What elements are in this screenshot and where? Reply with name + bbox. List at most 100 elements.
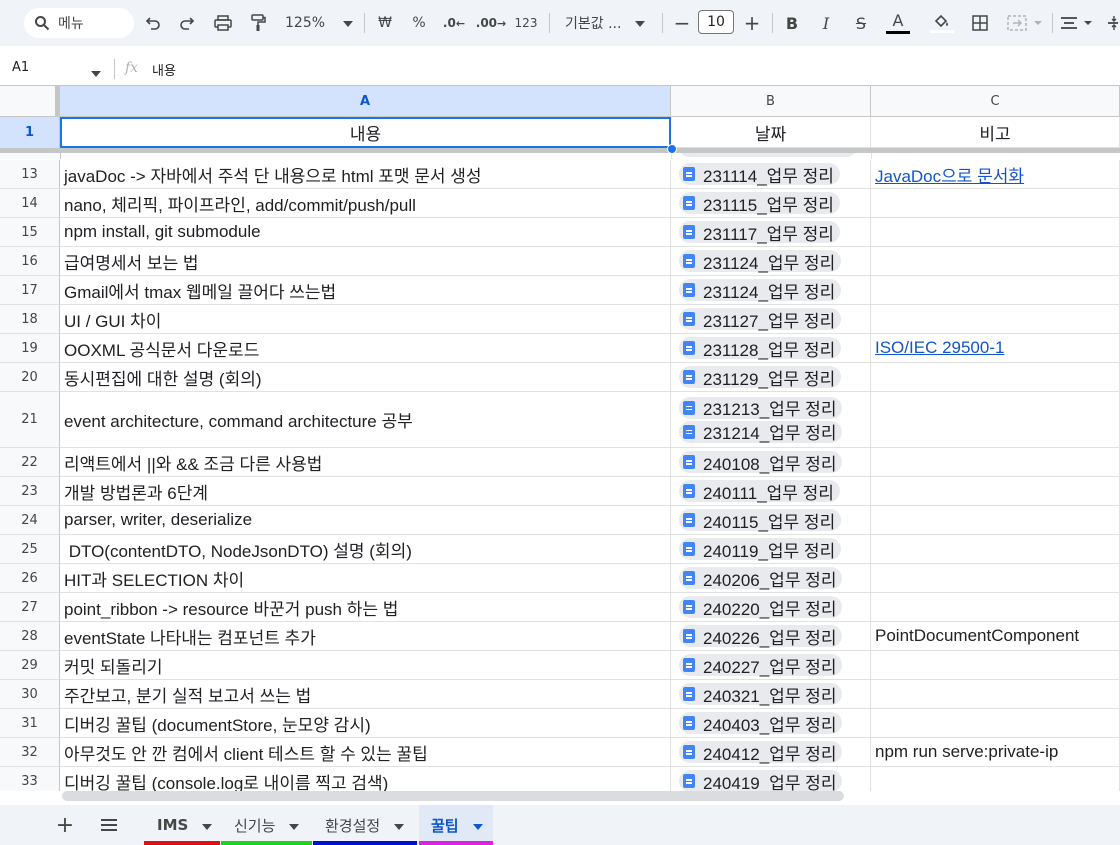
cell-a[interactable]: 급여명세서 보는 법 <box>60 247 671 276</box>
cell-a[interactable]: parser, writer, deserialize <box>60 506 671 535</box>
document-chip[interactable]: 240403_업무 정리 <box>679 712 843 735</box>
cell-c[interactable] <box>871 535 1120 564</box>
row-header[interactable]: 21 <box>0 392 60 448</box>
row-header[interactable]: 27 <box>0 593 60 622</box>
row-header[interactable]: 24 <box>0 506 60 535</box>
document-chip[interactable]: 240227_업무 정리 <box>679 654 843 677</box>
print-icon[interactable] <box>211 8 235 38</box>
cell-b[interactable]: 231124_업무 정리 <box>671 276 871 305</box>
cell-b[interactable]: 231128_업무 정리 <box>671 334 871 363</box>
select-all-corner[interactable] <box>0 86 60 117</box>
cell-b[interactable]: 240206_업무 정리 <box>671 564 871 593</box>
cell-b[interactable]: 240119_업무 정리 <box>671 535 871 564</box>
cell-c[interactable] <box>871 276 1120 305</box>
cell-b[interactable]: 240115_업무 정리 <box>671 506 871 535</box>
document-chip[interactable]: 231115_업무 정리 <box>679 192 840 215</box>
cell-b[interactable]: 240403_업무 정리 <box>671 709 871 738</box>
cell-c[interactable] <box>871 767 1120 791</box>
document-chip[interactable]: 231214_업무 정리 <box>679 420 843 443</box>
cell-c[interactable] <box>871 506 1120 535</box>
cell-b[interactable]: 240111_업무 정리 <box>671 477 871 506</box>
menu-search[interactable]: 메뉴 <box>24 8 134 38</box>
cell-a[interactable]: 개발 방법론과 6단계 <box>60 477 671 506</box>
cell-a[interactable]: event architecture, command architecture… <box>60 392 671 448</box>
cell-b[interactable]: 240108_업무 정리 <box>671 448 871 477</box>
cell-b[interactable]: 231213_업무 정리 231214_업무 정리 <box>671 392 871 448</box>
fill-color-icon[interactable] <box>928 8 956 38</box>
cell-c[interactable] <box>871 218 1120 247</box>
horizontal-align-icon[interactable] <box>1058 8 1096 38</box>
row-header[interactable]: 25 <box>0 535 60 564</box>
document-chip[interactable]: 240119_업무 정리 <box>679 538 842 561</box>
row-header[interactable]: 33 <box>0 767 60 791</box>
cell-c[interactable] <box>871 680 1120 709</box>
cell-b[interactable]: 231114_업무 정리 <box>671 160 871 189</box>
cell-c[interactable] <box>871 247 1120 276</box>
number-format-button[interactable]: 123 <box>512 8 540 38</box>
row-header[interactable]: 15 <box>0 218 60 247</box>
cell-c[interactable] <box>871 477 1120 506</box>
document-chip[interactable]: 240321_업무 정리 <box>679 683 843 706</box>
cell-a[interactable]: HIT과 SELECTION 차이 <box>60 564 671 593</box>
add-sheet-icon[interactable]: + <box>56 805 74 845</box>
sheet-tab-tips[interactable]: 꿀팁 <box>419 805 493 845</box>
borders-icon[interactable] <box>968 8 992 38</box>
chevron-down-icon[interactable] <box>91 66 101 81</box>
italic-button[interactable]: I <box>815 8 837 38</box>
document-chip[interactable]: 231128_업무 정리 <box>679 337 842 360</box>
cell-b[interactable]: 231129_업무 정리 <box>671 363 871 392</box>
column-header-b[interactable]: B <box>671 86 871 117</box>
cell-b[interactable]: 240220_업무 정리 <box>671 593 871 622</box>
increase-decimal-button[interactable]: .00 → <box>476 8 506 38</box>
all-sheets-icon[interactable] <box>98 805 120 845</box>
name-box[interactable]: A1 <box>12 60 29 75</box>
cell-a[interactable]: 주간보고, 분기 실적 보고서 쓰는 법 <box>60 680 671 709</box>
chevron-down-icon[interactable] <box>472 816 483 834</box>
cell-a[interactable]: nano, 체리픽, 파이프라인, add/commit/push/pull <box>60 189 671 218</box>
document-chip[interactable]: 231213_업무 정리 <box>679 396 843 419</box>
cell-c[interactable] <box>871 709 1120 738</box>
cell-a[interactable]: 디버깅 꿀팁 (console.log로 내이름 찍고 검색) <box>60 767 671 791</box>
row-header[interactable]: 18 <box>0 305 60 334</box>
document-chip[interactable]: 240220_업무 정리 <box>679 596 843 619</box>
decrease-font-size-icon[interactable]: − <box>671 8 693 38</box>
cell-c[interactable] <box>871 448 1120 477</box>
font-family-select[interactable]: 기본값 ... <box>560 8 656 38</box>
cell-a[interactable]: Gmail에서 tmax 웹메일 끌어다 쓰는법 <box>60 276 671 305</box>
cell-b[interactable]: 240226_업무 정리 <box>671 622 871 651</box>
decrease-decimal-button[interactable]: .0 ← <box>441 8 467 38</box>
selection-handle[interactable] <box>667 144 677 154</box>
column-header-a[interactable]: A <box>60 86 671 117</box>
cell-c[interactable] <box>871 189 1120 218</box>
cell-c[interactable] <box>871 305 1120 334</box>
cell-b[interactable]: 231115_업무 정리 <box>671 189 871 218</box>
sheet-tab-new-feature[interactable]: 신기능 <box>221 805 312 845</box>
sheet-tab-ims[interactable]: IMS <box>144 805 220 845</box>
chevron-down-icon[interactable] <box>289 816 300 834</box>
increase-font-size-icon[interactable]: + <box>741 8 763 38</box>
cell-a[interactable]: 동시편집에 대한 설명 (회의) <box>60 363 671 392</box>
font-size-input[interactable]: 10 <box>698 10 734 34</box>
document-chip[interactable]: 240108_업무 정리 <box>679 451 843 474</box>
horizontal-scrollbar[interactable] <box>62 791 844 801</box>
row-header[interactable]: 28 <box>0 622 60 651</box>
cell-a[interactable]: eventState 나타내는 컴포넌트 추가 <box>60 622 671 651</box>
cell-b[interactable]: 240227_업무 정리 <box>671 651 871 680</box>
row-header[interactable]: 31 <box>0 709 60 738</box>
cell-b[interactable]: 231117_업무 정리 <box>671 218 871 247</box>
cell-c[interactable] <box>871 392 1120 448</box>
document-chip[interactable]: 240226_업무 정리 <box>679 625 843 648</box>
cell-c[interactable] <box>871 363 1120 392</box>
row-header[interactable]: 23 <box>0 477 60 506</box>
cell-a[interactable]: npm install, git submodule <box>60 218 671 247</box>
percent-format-button[interactable]: % <box>408 8 430 38</box>
cell-c[interactable] <box>871 564 1120 593</box>
cell-a[interactable]: 아무것도 안 깐 컴에서 client 테스트 할 수 있는 꿀팁 <box>60 738 671 767</box>
sheet-tab-settings[interactable]: 환경설정 <box>313 805 417 845</box>
cell-c[interactable]: npm run serve:private-ip <box>871 738 1120 767</box>
cell-b[interactable]: 240419_업무 정리 <box>671 767 871 791</box>
document-chip[interactable]: 240412_업무 정리 <box>679 741 843 764</box>
strikethrough-button[interactable]: S <box>850 8 872 38</box>
cell-a[interactable]: point_ribbon -> resource 바꾼거 push 하는 법 <box>60 593 671 622</box>
cell-a[interactable]: 리액트에서 ||와 && 조금 다른 사용법 <box>60 448 671 477</box>
